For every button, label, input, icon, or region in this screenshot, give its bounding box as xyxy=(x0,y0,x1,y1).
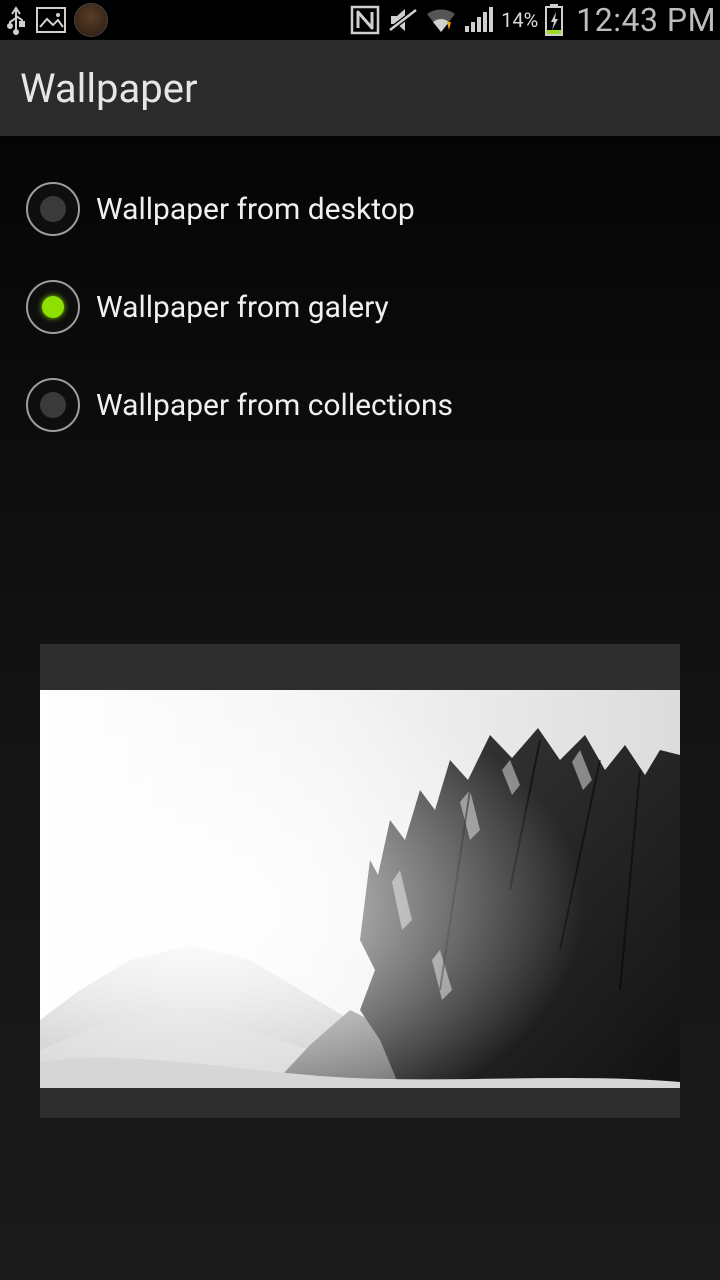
radio-icon xyxy=(26,378,80,432)
battery-percent: 14% xyxy=(501,8,538,32)
status-bar: 14% 12:43 PM xyxy=(0,0,720,40)
app-badge-icon xyxy=(74,3,108,37)
page-title: Wallpaper xyxy=(20,65,198,112)
nfc-icon xyxy=(349,4,381,36)
wifi-icon xyxy=(425,6,457,34)
radio-label: Wallpaper from galery xyxy=(96,290,389,325)
signal-icon xyxy=(463,6,493,34)
radio-icon xyxy=(26,182,80,236)
status-clock: 12:43 PM xyxy=(576,1,716,39)
radio-wallpaper-desktop[interactable]: Wallpaper from desktop xyxy=(0,160,720,258)
wallpaper-source-list: Wallpaper from desktop Wallpaper from ga… xyxy=(0,136,720,454)
radio-label: Wallpaper from collections xyxy=(96,388,453,423)
picture-icon xyxy=(36,7,66,33)
radio-icon xyxy=(26,280,80,334)
radio-wallpaper-gallery[interactable]: Wallpaper from galery xyxy=(0,258,720,356)
mute-icon xyxy=(387,6,419,34)
radio-wallpaper-collections[interactable]: Wallpaper from collections xyxy=(0,356,720,454)
content-area: Wallpaper from desktop Wallpaper from ga… xyxy=(0,136,720,1280)
action-bar: Wallpaper xyxy=(0,40,720,136)
wallpaper-preview-image xyxy=(40,690,680,1088)
battery-charging-icon xyxy=(544,4,564,36)
usb-icon xyxy=(4,4,28,36)
radio-label: Wallpaper from desktop xyxy=(96,192,415,227)
wallpaper-preview-card[interactable] xyxy=(40,644,680,1118)
